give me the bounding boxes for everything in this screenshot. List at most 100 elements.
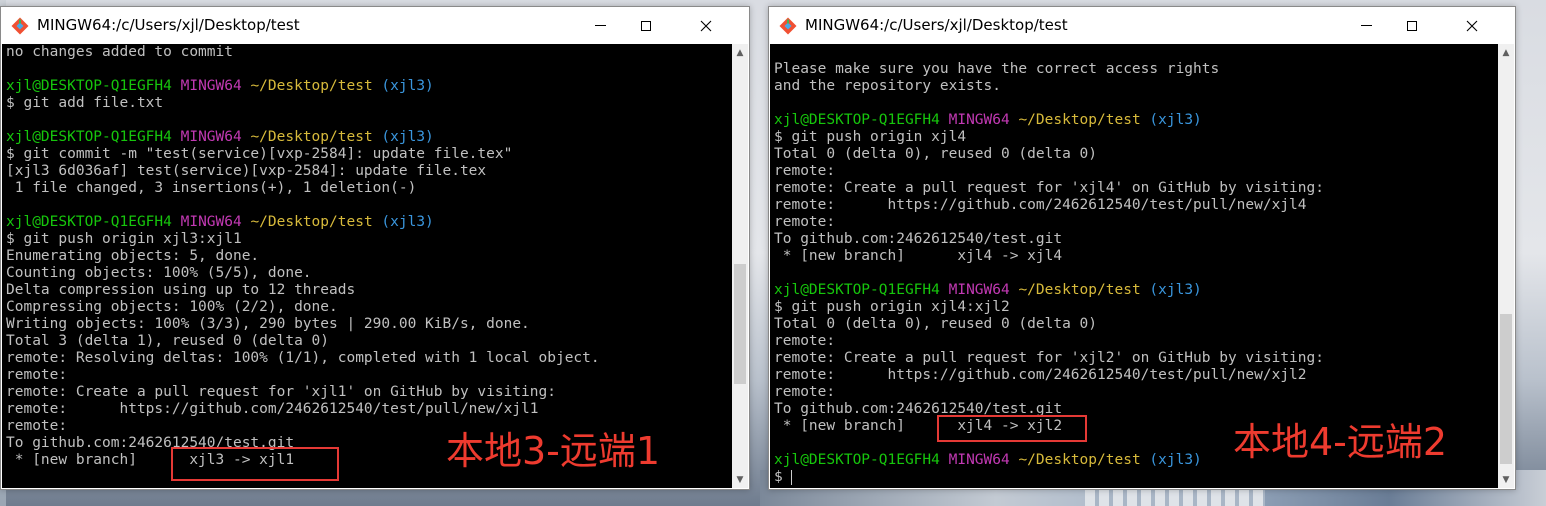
minimize-button[interactable] (577, 7, 623, 44)
minimize-icon (594, 25, 606, 26)
scrollbar-thumb[interactable] (734, 264, 746, 384)
prompt-path: ~/Desktop/test (1018, 282, 1141, 298)
output-text: remote: (6, 367, 68, 383)
terminal-window-left[interactable]: MINGW64:/c/Users/xjl/Desktop/test no cha… (0, 6, 750, 490)
output-text: no changes added to commit (6, 44, 233, 60)
output-line: Writing objects: 100% (3/3), 290 bytes |… (6, 316, 600, 333)
prompt-path: ~/Desktop/test (250, 78, 373, 94)
scroll-down-arrow-icon[interactable]: ▼ (1498, 471, 1514, 488)
output-text: $ git commit -m "test(service)[vxp-2584]… (6, 146, 513, 162)
maximize-icon (1407, 20, 1417, 31)
output-line: remote: (774, 333, 1324, 350)
maximize-button[interactable] (623, 7, 669, 44)
output-line: remote: https://github.com/2462612540/te… (774, 197, 1324, 214)
maximize-icon (641, 20, 651, 31)
output-line: [xjl3 6d036af] test(service)[vxp-2584]: … (6, 163, 600, 180)
output-text: $ git push origin xjl4 (774, 129, 967, 145)
minimize-button[interactable] (1343, 7, 1389, 44)
scroll-up-arrow-icon[interactable]: ▲ (1498, 44, 1514, 61)
output-text: remote: (774, 163, 836, 179)
output-line: remote: (774, 163, 1324, 180)
output-line: Counting objects: 100% (5/5), done. (6, 265, 600, 282)
prompt-path: ~/Desktop/test (1018, 112, 1141, 128)
output-text: * [new branch] xjl4 -> xjl4 (774, 248, 1063, 264)
output-line: Compressing objects: 100% (2/2), done. (6, 299, 600, 316)
prompt-branch: (xjl3) (1149, 452, 1202, 468)
output-text: Total 0 (delta 0), reused 0 (delta 0) (774, 146, 1098, 162)
prompt-path: ~/Desktop/test (250, 129, 373, 145)
terminal-output[interactable]: no changes added to commit xjl@DESKTOP-Q1… (2, 44, 732, 488)
output-text: $ git push origin xjl4:xjl2 (774, 299, 1010, 315)
output-line: $ git commit -m "test(service)[vxp-2584]… (6, 146, 600, 163)
prompt-user: xjl@DESKTOP-Q1EGFH4 (6, 129, 172, 145)
prompt-line: xjl@DESKTOP-Q1EGFH4 MINGW64 ~/Desktop/te… (6, 129, 600, 146)
output-line: Total 0 (delta 0), reused 0 (delta 0) (774, 316, 1324, 333)
output-line: $ (774, 469, 1324, 486)
prompt-host: MINGW64 (180, 129, 242, 145)
output-text: [xjl3 6d036af] test(service)[vxp-2584]: … (6, 163, 487, 179)
output-line: remote: (774, 214, 1324, 231)
output-text: $ git add file.txt (6, 95, 164, 111)
output-line: $ git push origin xjl3:xjl1 (6, 231, 600, 248)
output-line: remote: Resolving deltas: 100% (1/1), co… (6, 350, 600, 367)
prompt-line: xjl@DESKTOP-Q1EGFH4 MINGW64 ~/Desktop/te… (774, 282, 1324, 299)
output-line: To github.com:2462612540/test.git (774, 231, 1324, 248)
vertical-scrollbar[interactable]: ▲ ▼ (732, 44, 748, 488)
prompt-host: MINGW64 (948, 452, 1010, 468)
maximize-button[interactable] (1389, 7, 1435, 44)
prompt-path: ~/Desktop/test (1018, 452, 1141, 468)
close-icon (700, 20, 712, 31)
git-diamond-icon (11, 17, 29, 35)
title-bar[interactable]: MINGW64:/c/Users/xjl/Desktop/test (1, 7, 749, 44)
output-text: To github.com:2462612540/test.git (774, 231, 1063, 247)
git-diamond-icon (779, 17, 797, 35)
output-line: Delta compression using up to 12 threads (6, 282, 600, 299)
output-text: remote: (774, 214, 836, 230)
output-text: Total 0 (delta 0), reused 0 (delta 0) (774, 316, 1098, 332)
annotation-local4-remote2: 本地4-远端2 (1233, 420, 1448, 464)
scroll-up-arrow-icon[interactable]: ▲ (732, 44, 748, 61)
output-text: $ (774, 469, 792, 485)
output-text: and the repository exists. (774, 78, 1001, 94)
window-title: MINGW64:/c/Users/xjl/Desktop/test (805, 16, 1068, 34)
output-text: Compressing objects: 100% (2/2), done. (6, 299, 338, 315)
terminal-window-right[interactable]: MINGW64:/c/Users/xjl/Desktop/test Please… (768, 6, 1516, 490)
prompt-host: MINGW64 (948, 112, 1010, 128)
prompt-branch: (xjl3) (1149, 282, 1202, 298)
vertical-scrollbar[interactable]: ▲ ▼ (1498, 44, 1514, 488)
output-text: $ git push origin xjl3:xjl1 (6, 231, 242, 247)
prompt-host: MINGW64 (180, 214, 242, 230)
output-line: remote: (774, 384, 1324, 401)
output-text: remote: Resolving deltas: 100% (1/1), co… (6, 350, 600, 366)
output-line: 1 file changed, 3 insertions(+), 1 delet… (6, 180, 600, 197)
prompt-line: xjl@DESKTOP-Q1EGFH4 MINGW64 ~/Desktop/te… (6, 78, 600, 95)
output-text: Please make sure you have the correct ac… (774, 61, 1220, 77)
prompt-line: xjl@DESKTOP-Q1EGFH4 MINGW64 ~/Desktop/te… (6, 214, 600, 231)
close-button[interactable] (683, 7, 729, 44)
output-line: remote: Create a pull request for 'xjl1'… (6, 384, 600, 401)
output-line: Enumerating objects: 5, done. (6, 248, 600, 265)
prompt-user: xjl@DESKTOP-Q1EGFH4 (774, 452, 940, 468)
output-text: remote: https://github.com/2462612540/te… (774, 197, 1307, 213)
scroll-down-arrow-icon[interactable]: ▼ (732, 471, 748, 488)
prompt-user: xjl@DESKTOP-Q1EGFH4 (774, 112, 940, 128)
close-icon (1466, 20, 1478, 31)
output-text: Enumerating objects: 5, done. (6, 248, 260, 264)
window-title: MINGW64:/c/Users/xjl/Desktop/test (37, 16, 300, 34)
output-text: Total 3 (delta 1), reused 0 (delta 0) (6, 333, 330, 349)
output-line: $ git push origin xjl4:xjl2 (774, 299, 1324, 316)
output-text: remote: Create a pull request for 'xjl1'… (6, 384, 556, 400)
prompt-user: xjl@DESKTOP-Q1EGFH4 (6, 78, 172, 94)
scrollbar-thumb[interactable] (1500, 314, 1512, 464)
close-button[interactable] (1449, 7, 1495, 44)
prompt-path: ~/Desktop/test (250, 214, 373, 230)
prompt-user: xjl@DESKTOP-Q1EGFH4 (6, 214, 172, 230)
output-line: remote: (6, 367, 600, 384)
output-text: remote: https://github.com/2462612540/te… (6, 401, 539, 417)
minimize-icon (1360, 25, 1372, 26)
title-bar[interactable]: MINGW64:/c/Users/xjl/Desktop/test (769, 7, 1515, 44)
